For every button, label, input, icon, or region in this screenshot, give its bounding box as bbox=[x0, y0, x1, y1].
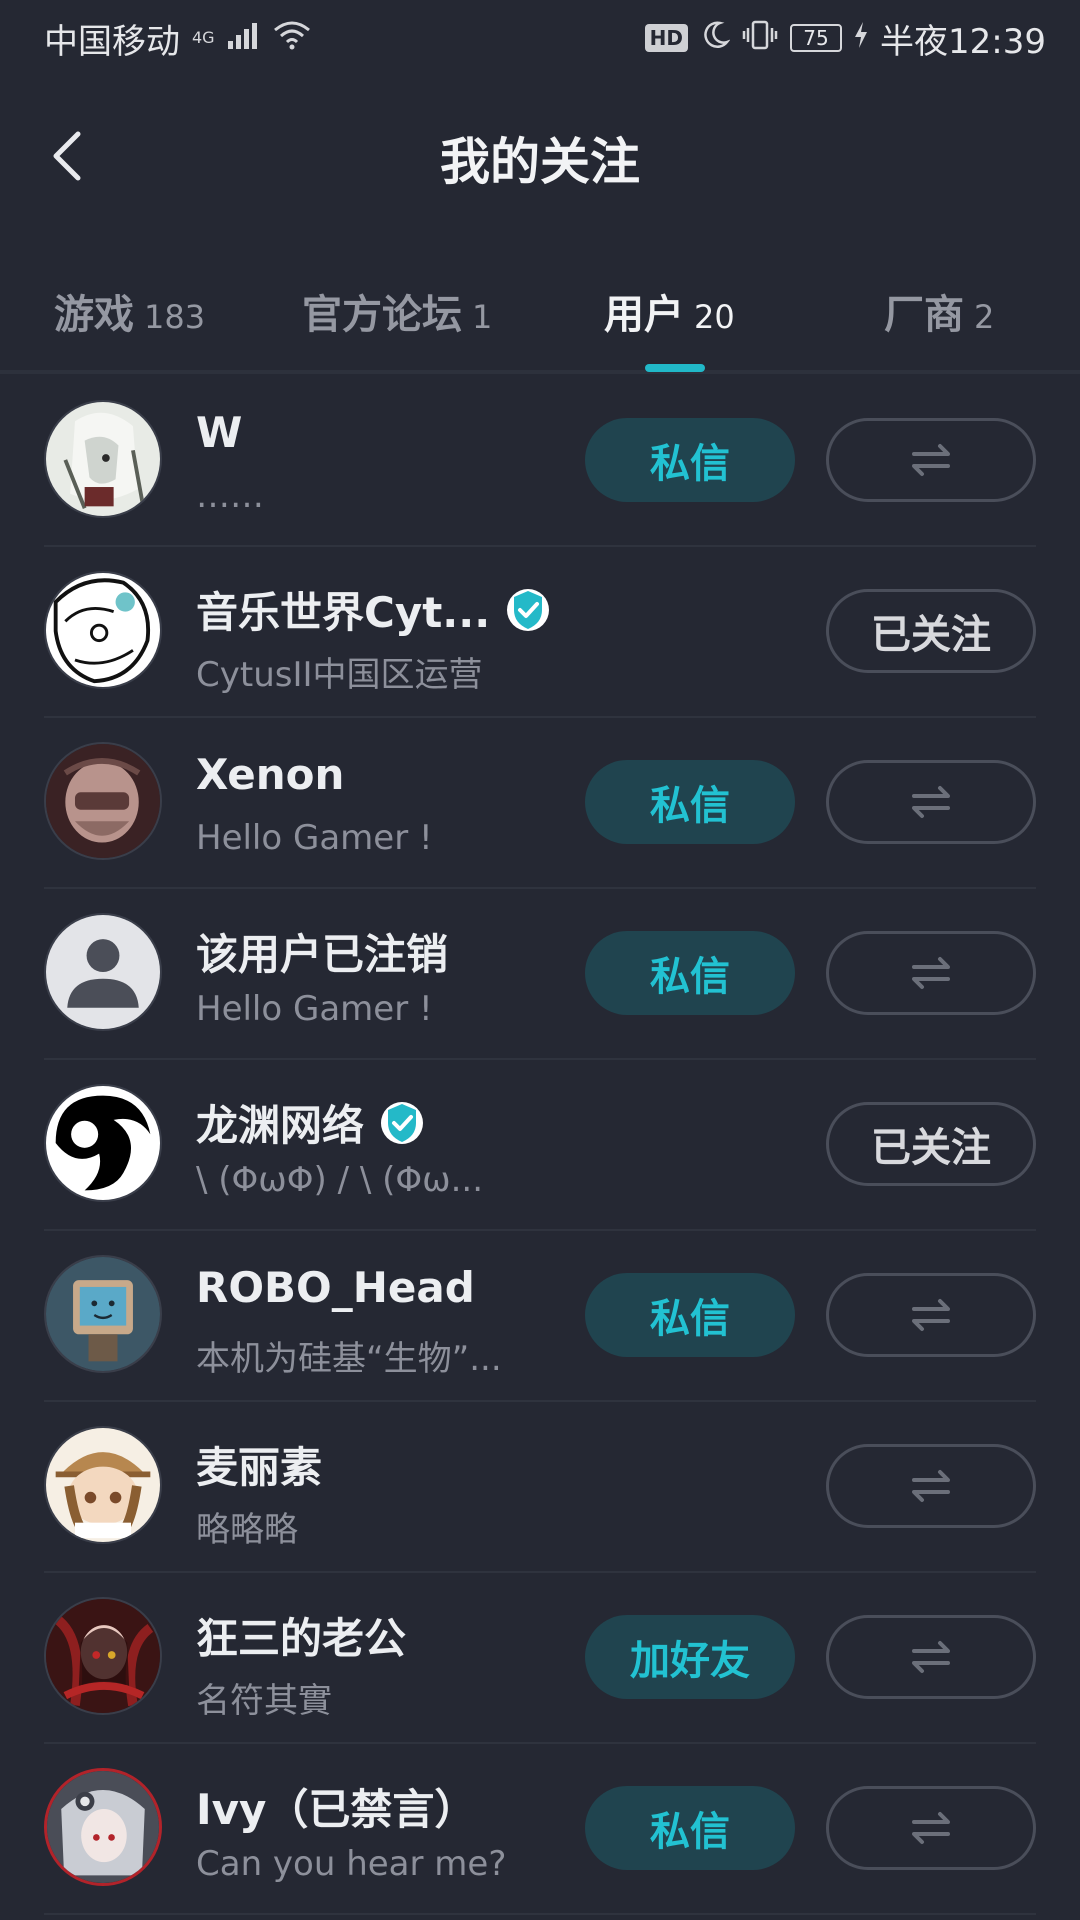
name-line: 该用户已注销 bbox=[196, 921, 448, 982]
add-friend-button[interactable]: 加好友 bbox=[585, 1615, 795, 1699]
avatar[interactable] bbox=[44, 1597, 162, 1715]
clock: 半夜12:39 bbox=[880, 21, 1046, 62]
name-line: Xenon bbox=[196, 750, 344, 799]
status-right: HD 75 半夜12:39 bbox=[644, 14, 1046, 63]
avatar[interactable] bbox=[44, 1768, 162, 1886]
tab-count: 20 bbox=[694, 298, 735, 336]
avatar[interactable] bbox=[44, 913, 162, 1031]
verified-icon bbox=[507, 588, 550, 631]
active-tab-indicator bbox=[645, 364, 705, 372]
mutual-follow-button[interactable] bbox=[826, 418, 1036, 502]
list-item[interactable]: Ivy（已禁言） Can you hear me? 私信 bbox=[44, 1744, 1036, 1915]
user-bio: \ (ΦωΦ) / \ (Φω... bbox=[196, 1160, 484, 1200]
swap-icon bbox=[912, 444, 950, 476]
mutual-follow-button[interactable] bbox=[826, 1273, 1036, 1357]
page-title: 我的关注 bbox=[440, 133, 640, 191]
user-name: 该用户已注销 bbox=[196, 930, 449, 979]
tab-count: 183 bbox=[144, 298, 206, 336]
name-line: 狂三的老公 bbox=[196, 1605, 406, 1666]
list-item[interactable]: 音乐世界Cyt... CytusII中国区运营 已关注 bbox=[44, 547, 1036, 718]
name-line: 麦丽素 bbox=[196, 1434, 322, 1495]
name-line: W bbox=[196, 408, 242, 457]
user-name: 音乐世界Cyt... bbox=[196, 588, 491, 637]
user-name: 麦丽素 bbox=[196, 1443, 323, 1492]
user-bio: Hello Gamer ! bbox=[196, 989, 433, 1029]
tab-label: 官方论坛 bbox=[302, 292, 462, 338]
status-bar: 中国移动 4G HD 75 半夜12:39 bbox=[0, 0, 1080, 76]
avatar[interactable] bbox=[44, 1426, 162, 1544]
avatar[interactable] bbox=[44, 1084, 162, 1202]
avatar[interactable] bbox=[44, 571, 162, 689]
user-bio: …… bbox=[196, 476, 264, 516]
name-line: Ivy（已禁言） bbox=[196, 1776, 476, 1837]
charging-icon bbox=[854, 21, 868, 56]
swap-icon bbox=[912, 1812, 950, 1844]
message-button[interactable]: 私信 bbox=[585, 760, 795, 844]
swap-icon bbox=[912, 1470, 950, 1502]
message-button[interactable]: 私信 bbox=[585, 1273, 795, 1357]
user-name: 狂三的老公 bbox=[196, 1614, 407, 1663]
message-button[interactable]: 私信 bbox=[585, 418, 795, 502]
moon-icon bbox=[700, 20, 731, 57]
list-item[interactable]: 龙渊网络 \ (ΦωΦ) / \ (Φω... 已关注 bbox=[44, 1060, 1036, 1231]
user-bio: 略略略 bbox=[196, 1510, 298, 1550]
battery-indicator: 75 bbox=[790, 24, 843, 52]
following-button[interactable]: 已关注 bbox=[826, 1102, 1036, 1186]
wifi-icon bbox=[273, 20, 311, 57]
verified-icon bbox=[381, 1101, 424, 1144]
page-header: 我的关注 bbox=[0, 96, 1080, 216]
user-bio: Can you hear me? bbox=[196, 1844, 507, 1884]
avatar[interactable] bbox=[44, 742, 162, 860]
tab-bar: 游戏 183 官方论坛 1 用户 20 厂商 2 bbox=[0, 260, 1080, 374]
following-button[interactable]: 已关注 bbox=[826, 589, 1036, 673]
network-type: 4G bbox=[192, 27, 215, 47]
tab-count: 1 bbox=[472, 298, 493, 336]
list-item[interactable]: 该用户已注销 Hello Gamer ! 私信 bbox=[44, 889, 1036, 1060]
tab-vendors[interactable]: 厂商 2 bbox=[884, 282, 994, 352]
signal-icon bbox=[227, 21, 261, 56]
tab-label: 游戏 bbox=[54, 292, 134, 338]
user-name: 龙渊网络 bbox=[196, 1101, 365, 1150]
mutual-follow-button[interactable] bbox=[826, 931, 1036, 1015]
tab-games[interactable]: 游戏 183 bbox=[54, 282, 205, 352]
avatar[interactable] bbox=[44, 400, 162, 518]
message-button[interactable]: 私信 bbox=[585, 1786, 795, 1870]
user-name: Ivy（已禁言） bbox=[196, 1785, 477, 1834]
list-item[interactable]: 麦丽素 略略略 bbox=[44, 1402, 1036, 1573]
name-line: 龙渊网络 bbox=[196, 1092, 424, 1153]
mutual-follow-button[interactable] bbox=[826, 1786, 1036, 1870]
user-list: W …… 私信 音乐世界Cyt... CytusII中国区运营 已关注 Xeno… bbox=[0, 376, 1080, 1915]
user-name: W bbox=[196, 408, 243, 457]
mutual-follow-button[interactable] bbox=[826, 1444, 1036, 1528]
hd-badge: HD bbox=[644, 24, 689, 52]
name-line: ROBO_Head bbox=[196, 1263, 475, 1312]
mutual-follow-button[interactable] bbox=[826, 1615, 1036, 1699]
message-button[interactable]: 私信 bbox=[585, 931, 795, 1015]
user-bio: 名符其實 bbox=[196, 1681, 332, 1721]
user-bio: 本机为硅基“生物”... bbox=[196, 1339, 502, 1379]
user-bio: CytusII中国区运营 bbox=[196, 655, 483, 695]
swap-icon bbox=[912, 1299, 950, 1331]
tab-users[interactable]: 用户 20 bbox=[604, 282, 735, 352]
list-item[interactable]: Xenon Hello Gamer ! 私信 bbox=[44, 718, 1036, 889]
vibrate-icon bbox=[742, 20, 778, 57]
carrier-name: 中国移动 bbox=[44, 21, 180, 62]
name-line: 音乐世界Cyt... bbox=[196, 579, 550, 640]
swap-icon bbox=[912, 786, 950, 818]
avatar[interactable] bbox=[44, 1255, 162, 1373]
list-item[interactable]: W …… 私信 bbox=[44, 376, 1036, 547]
user-name: Xenon bbox=[196, 750, 345, 799]
list-item[interactable]: 狂三的老公 名符其實 加好友 bbox=[44, 1573, 1036, 1744]
mutual-follow-button[interactable] bbox=[826, 760, 1036, 844]
tab-label: 用户 bbox=[604, 292, 684, 338]
tab-label: 厂商 bbox=[884, 292, 964, 338]
user-bio: Hello Gamer ! bbox=[196, 818, 433, 858]
status-left: 中国移动 4G bbox=[44, 14, 311, 63]
user-name: ROBO_Head bbox=[196, 1263, 475, 1312]
list-item[interactable]: ROBO_Head 本机为硅基“生物”... 私信 bbox=[44, 1231, 1036, 1402]
tab-count: 2 bbox=[974, 298, 995, 336]
swap-icon bbox=[912, 957, 950, 989]
tab-official-forum[interactable]: 官方论坛 1 bbox=[302, 282, 492, 352]
swap-icon bbox=[912, 1641, 950, 1673]
